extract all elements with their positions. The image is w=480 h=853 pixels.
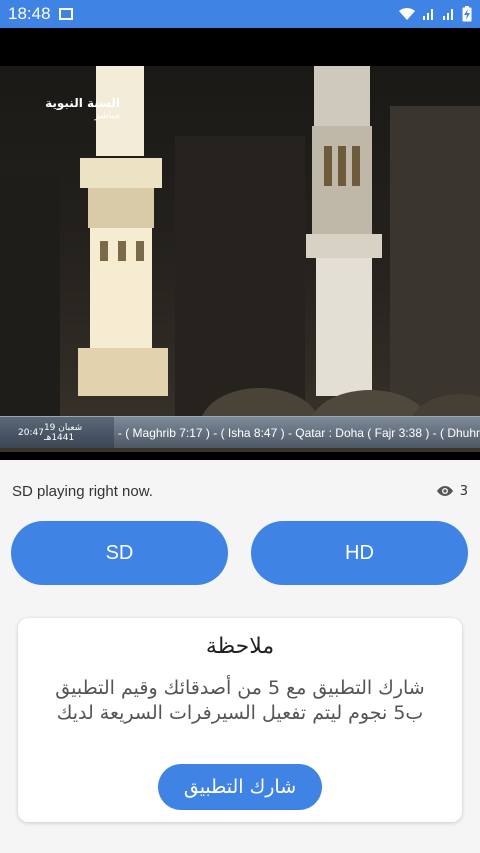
video-player[interactable]: السنة النبوية مباشر 20:47 19 شعبان 1441ه… (0, 28, 480, 460)
viewer-count: 3 (436, 484, 468, 499)
signal-icon (443, 9, 453, 20)
status-icons (398, 6, 472, 22)
playback-status-row: SD playing right now. 3 (0, 478, 480, 504)
signal-icon (423, 9, 433, 20)
gallery-icon (58, 8, 73, 20)
video-frame[interactable]: السنة النبوية مباشر 20:47 19 شعبان 1441ه… (0, 66, 480, 452)
note-card: ملاحظة شارك التطبيق مع 5 من أصدقائك وقيم… (18, 618, 462, 822)
share-app-button[interactable]: شارك التطبيق (158, 764, 322, 810)
eye-icon (436, 486, 453, 496)
note-title: ملاحظة (205, 634, 275, 659)
background-building (0, 176, 60, 416)
playback-status-text: SD playing right now. (12, 482, 153, 500)
ticker-text: - ( Maghrib 7:17 ) - ( Isha 8:47 ) - Qat… (117, 425, 480, 440)
note-body: شارك التطبيق مع 5 من أصدقائك وقيم التطبي… (55, 677, 425, 724)
ticker-date: 19 شعبان 1441هـ (43, 422, 83, 443)
sd-button[interactable]: SD (11, 521, 228, 585)
status-bar: 18:48 (0, 0, 480, 28)
hd-button[interactable]: HD (251, 521, 468, 585)
ticker-clock: 20:47 19 شعبان 1441هـ (0, 417, 114, 448)
prayer-ticker: 20:47 19 شعبان 1441هـ - ( Maghrib 7:17 )… (0, 416, 480, 448)
live-label: مباشر (94, 110, 120, 121)
wifi-icon (399, 7, 415, 20)
ticker-time: 20:47 (18, 427, 44, 438)
battery-charging-icon (462, 6, 472, 22)
channel-name: السنة النبوية (45, 96, 120, 110)
channel-logo: السنة النبوية مباشر (45, 96, 120, 121)
minaret-right (306, 66, 382, 396)
status-time: 18:48 (8, 4, 51, 23)
viewer-count-value: 3 (459, 483, 468, 499)
